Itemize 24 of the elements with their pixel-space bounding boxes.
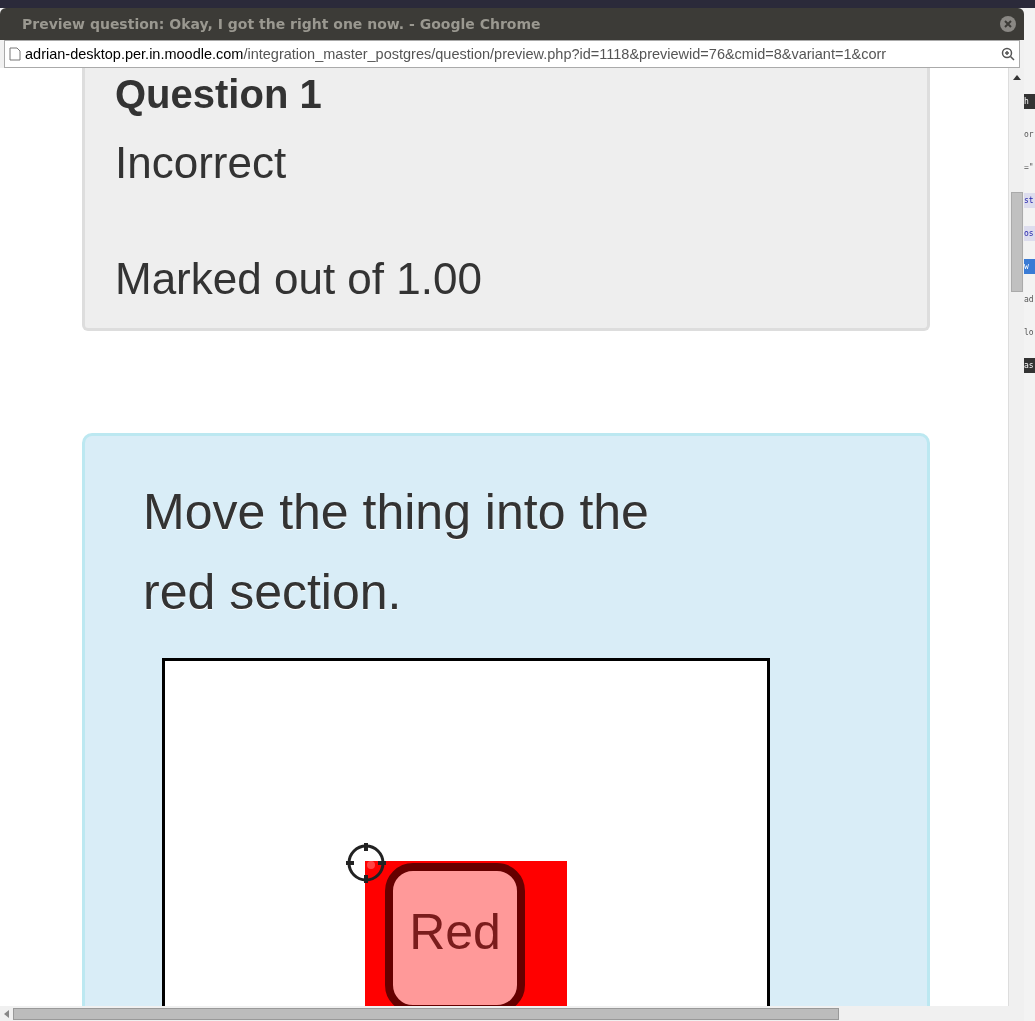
scrollbar-thumb[interactable]: [1010, 192, 1023, 292]
state-text: Incorrect: [115, 138, 288, 188]
grade-text: Marked out of 1.00: [115, 254, 483, 304]
code-fragment: ad: [1024, 294, 1035, 306]
zoom-icon[interactable]: [1001, 47, 1015, 61]
question-heading: Question 1: [115, 71, 323, 118]
code-fragment: w: [1024, 259, 1035, 274]
scroll-up-icon[interactable]: [1012, 74, 1021, 80]
code-fragment: h: [1024, 94, 1035, 109]
code-fragment: st: [1024, 193, 1035, 208]
page-icon: [9, 47, 21, 61]
code-fragment: as: [1024, 358, 1035, 373]
close-button[interactable]: [1000, 16, 1016, 32]
window-title: Preview question: Okay, I got the right one now. - Google Chrome: [22, 16, 541, 32]
code-fragment: or: [1024, 129, 1035, 141]
close-icon: [1004, 20, 1012, 28]
code-fragment: =": [1024, 162, 1035, 174]
question-text: Move the thing into the red section.: [143, 483, 650, 622]
code-fragment: os: [1024, 226, 1035, 241]
drag-item[interactable]: Red: [385, 863, 525, 1006]
scroll-left-icon[interactable]: [4, 1009, 9, 1018]
code-fragment: lo: [1024, 327, 1035, 339]
scrollbar-thumb[interactable]: [13, 1007, 839, 1020]
address-bar[interactable]: adrian-desktop.per.in.moodle.com/integration_master_postgres/question/preview.php?id=1118&previewid=76&cmid=8&variant=1&corr: [4, 40, 1020, 68]
